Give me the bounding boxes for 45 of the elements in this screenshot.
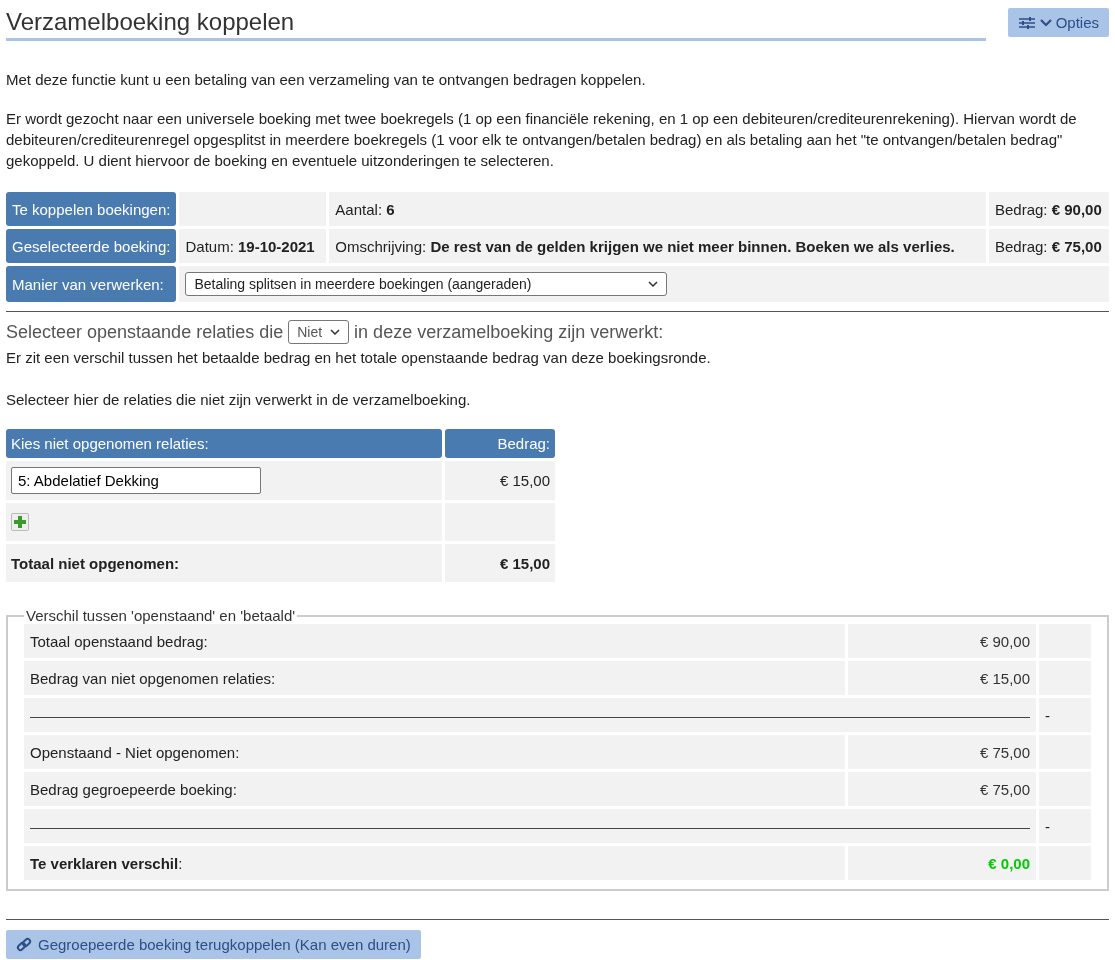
sliders-icon [1017, 15, 1036, 30]
summary-amount: € 75,00 [848, 772, 1036, 806]
summary-label: Bedrag van niet opgenomen relaties: [24, 661, 845, 695]
page-title: Verzamelboeking koppelen [6, 8, 986, 41]
unlink-button[interactable]: Gegroepeerde boeking terugkoppelen (Kan even duren) [6, 930, 421, 959]
summary-label: Openstaand - Niet opgenomen: [24, 735, 845, 769]
table-cell: Bedrag: € 90,00 [989, 192, 1109, 226]
relation-input[interactable]: 5: Abdelatief Dekking [11, 467, 261, 494]
options-button[interactable]: Opties [1007, 8, 1109, 37]
row-label: Manier van verwerken: [6, 266, 177, 302]
table-cell: Omschrijving: De rest van de gelden krijgen we niet meer binnen. Boeken we als verlies. [329, 229, 986, 263]
caret-icon [648, 281, 659, 287]
row-label: Geselecteerde boeking: [6, 229, 177, 263]
plus-icon [13, 515, 27, 529]
summary-label: Bedrag gegroepeerde boeking: [24, 772, 845, 806]
link-icon [16, 936, 32, 953]
minus-sign: - [1039, 698, 1091, 732]
table-cell: Aantal: 6 [329, 192, 986, 226]
caret-icon [330, 329, 341, 335]
intro-paragraph: Met deze functie kunt u een betaling van een verzameling van te ontvangen bedragen koppelen. [6, 70, 647, 90]
total-amount: € 15,00 [445, 544, 555, 582]
add-button[interactable] [11, 513, 29, 531]
row-label: Te koppelen boekingen: [6, 192, 177, 226]
selection-prompt: Selecteer openstaande relaties die [6, 321, 284, 343]
chevron-down-icon [1039, 18, 1052, 27]
column-header: Kies niet opgenomen relaties: [6, 429, 442, 458]
processing-dropdown[interactable]: Betaling splitsen in meerdere boekingen (aangeraden) [185, 272, 668, 296]
summary-amount: € 15,00 [848, 661, 1036, 695]
panel-legend: Verschil tussen 'openstaand' en 'betaald' [24, 607, 298, 624]
summary-label: Totaal openstaand bedrag: [24, 624, 845, 658]
table-cell: Datum: 19-10-2021 [179, 229, 327, 263]
summary-amount: € 90,00 [848, 624, 1036, 658]
info-text: Er zit een verschil tussen het betaalde bedrag en het totale openstaande bedrag van deze boekingsronde. [6, 348, 712, 368]
amount-cell: € 15,00 [445, 461, 555, 500]
minus-sign: - [1039, 809, 1091, 843]
selection-prompt: in deze verzamelboeking zijn verwerkt: [354, 321, 664, 343]
summary-label: Te verklaren verschil: [24, 846, 845, 880]
summary-amount: € 75,00 [848, 735, 1036, 769]
total-label: Totaal niet opgenomen: [6, 544, 442, 582]
status-dropdown[interactable]: Niet [288, 320, 350, 344]
column-header: Bedrag: [445, 429, 555, 458]
intro-paragraph: Er wordt gezocht naar een universele boeking met twee boekregels (1 op een financiële rekening, en 1 op een debiteuren/crediteurenrekening). Hiervan wordt de debiteuren/crediteurenregel opgesplitst in meerdere boekregels (1 voor elk te ontvangen/betalen bedrag) en als betaling aan het "te ontvangen/betalen bedrag" gekoppeld. U dient hiervoor de boeking en eventuele uitzonderingen te selecteren. [6, 109, 1078, 171]
summary-amount: € 0,00 [848, 846, 1036, 880]
table-cell: Bedrag: € 75,00 [989, 229, 1109, 263]
info-text: Selecteer hier de relaties die niet zijn verwerkt in de verzamelboeking. [6, 390, 472, 410]
